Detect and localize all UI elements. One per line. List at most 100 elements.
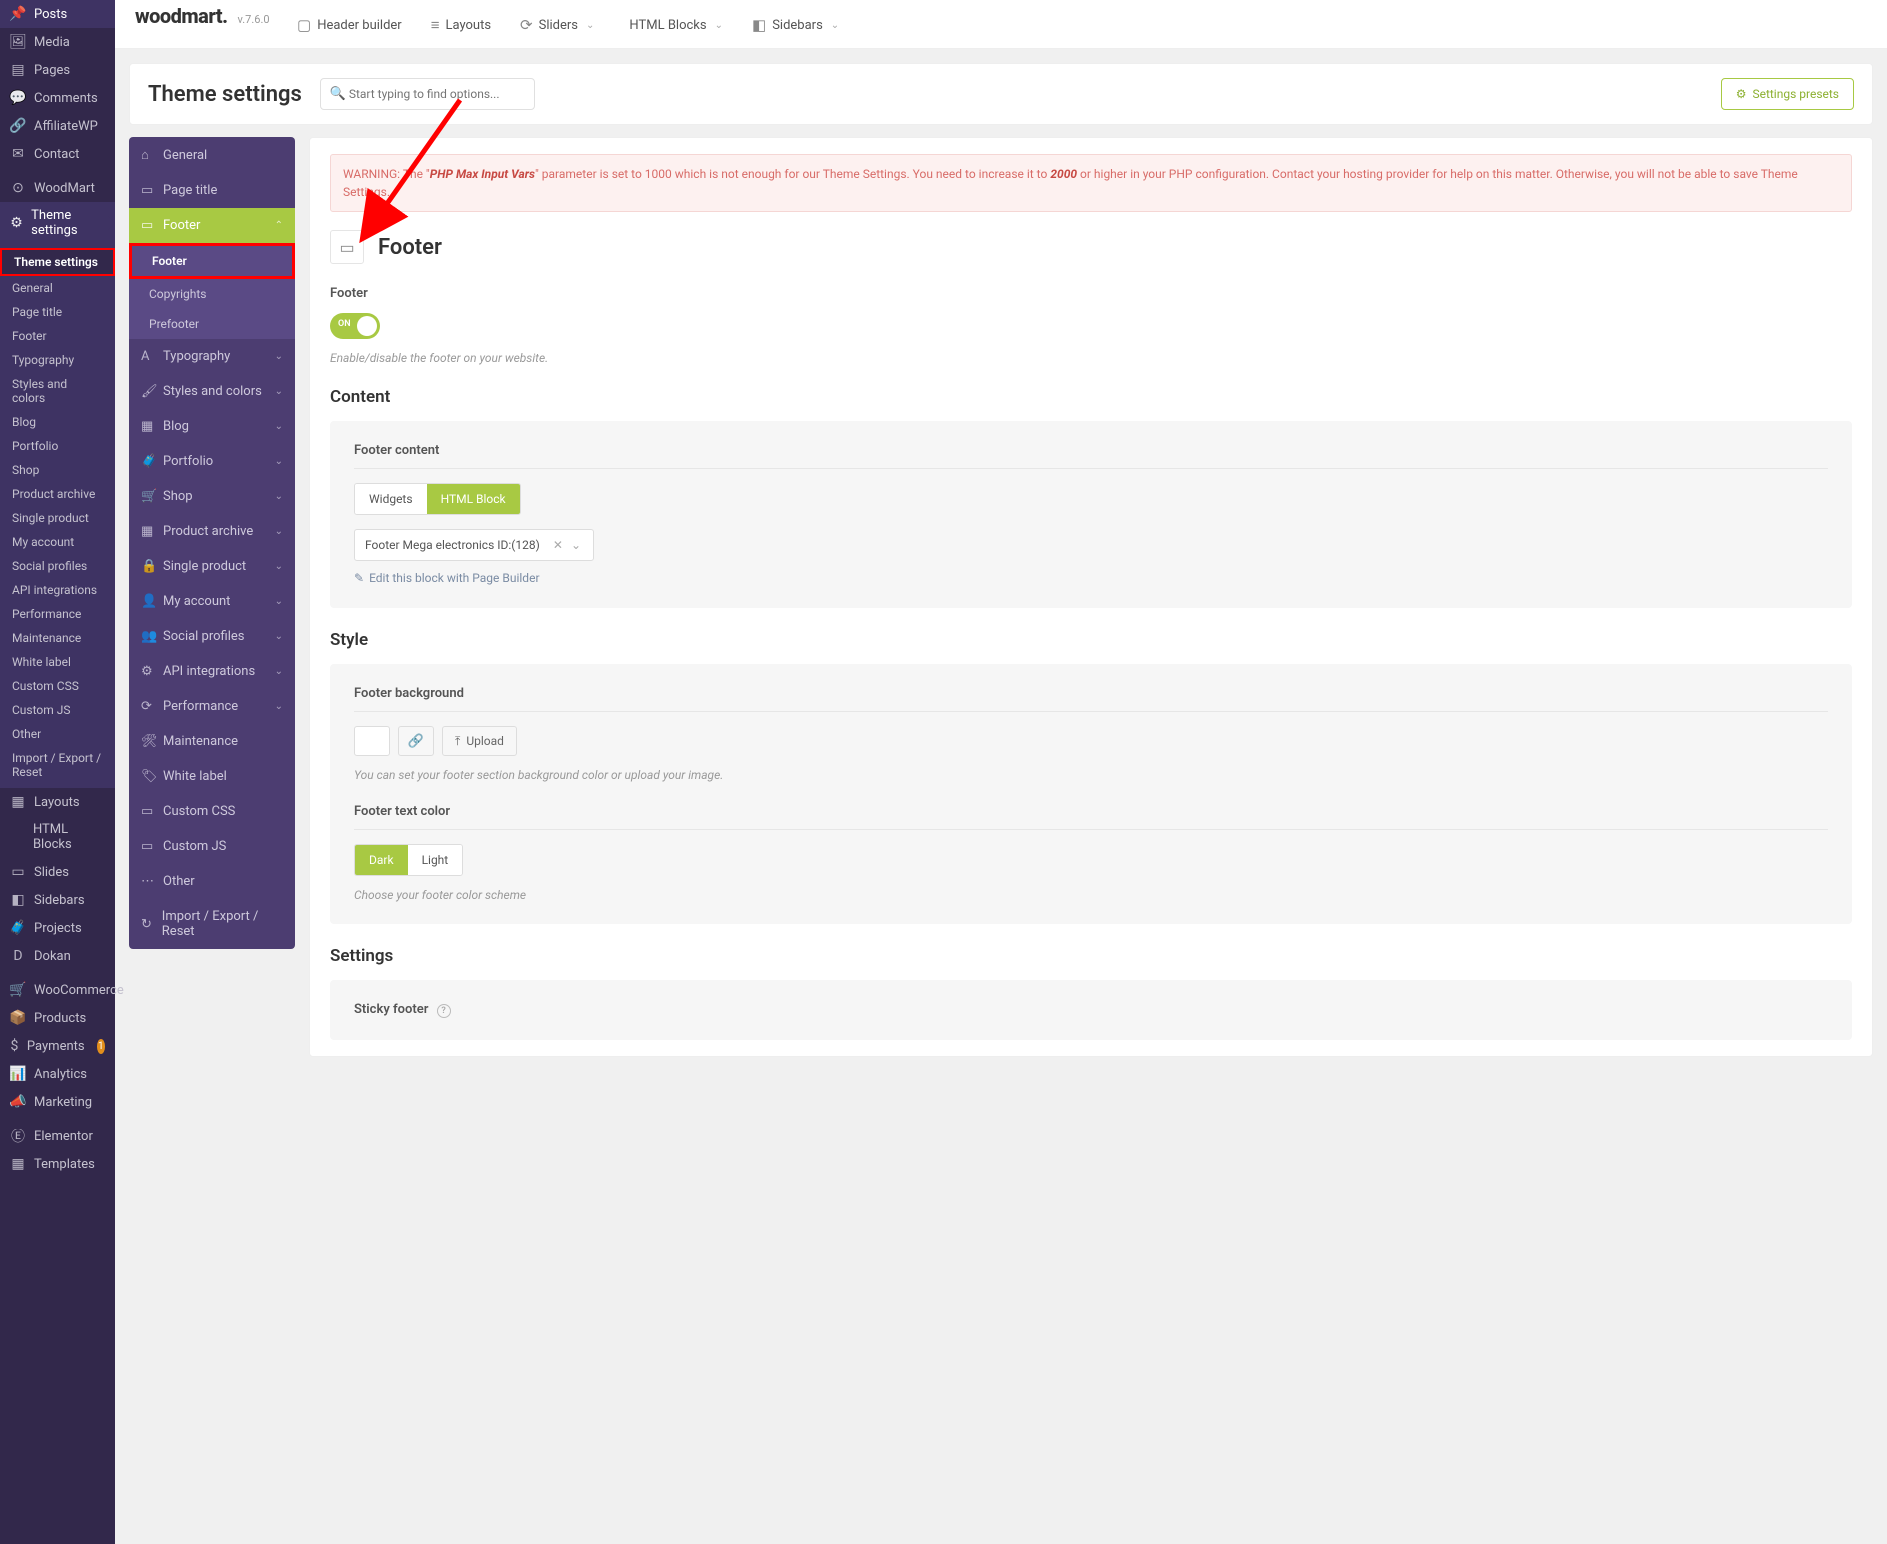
wp-sub-my-account[interactable]: My account [0,530,115,554]
top-tab-header-builder[interactable]: ▢Header builder [295,10,404,40]
wp-sub-performance[interactable]: Performance [0,602,115,626]
html-block-segment[interactable]: HTML Block [427,484,520,514]
snav-page-title[interactable]: ▭Page title [129,173,295,208]
footer-enable-toggle[interactable]: ON [330,313,380,339]
snav-sub-copyrights[interactable]: Copyrights [129,279,295,309]
snav-performance[interactable]: ⟳Performance⌄ [129,689,295,724]
snav-icon: A [141,349,155,364]
snav-icon: 🔒 [141,559,155,574]
wp-menu-slides[interactable]: ▭Slides [0,858,115,886]
wp-menu-comments[interactable]: 💬Comments [0,84,115,112]
top-tab-sliders[interactable]: ⟳Sliders⌄ [518,10,596,40]
page-header: Theme settings 🔍 ⚙ Settings presets [129,63,1873,125]
snav-import-export-reset[interactable]: ↻Import / Export / Reset [129,899,295,949]
snav-sub-prefooter[interactable]: Prefooter [129,309,295,339]
snav-styles-and-colors[interactable]: 🖌Styles and colors⌄ [129,374,295,409]
wp-menu-theme-settings[interactable]: ⚙Theme settings [0,202,115,244]
wp-menu-pages[interactable]: ▤Pages [0,56,115,84]
bg-color-swatch[interactable] [354,726,390,756]
chevron-down-icon: ⌄ [831,20,839,31]
snav-my-account[interactable]: 👤My account⌄ [129,584,295,619]
wp-sub-general[interactable]: General [0,276,115,300]
chevron-icon: ⌄ [275,701,283,712]
wp-menu-layouts[interactable]: ▦Layouts [0,788,115,816]
bg-link-button[interactable]: 🔗 [398,726,434,756]
snav-maintenance[interactable]: 🛠Maintenance [129,724,295,759]
wp-menu-marketing[interactable]: 📣Marketing [0,1088,115,1116]
widgets-segment[interactable]: Widgets [355,484,427,514]
wp-menu-dokan[interactable]: DDokan [0,942,115,970]
wp-menu-affiliatewp[interactable]: 🔗AffiliateWP [0,112,115,140]
info-icon[interactable]: ? [437,1004,451,1018]
wp-menu-woodmart[interactable]: ⊙WoodMart [0,174,115,202]
chevron-icon: ⌄ [275,526,283,537]
wp-menu-woocommerce[interactable]: 🛒WooCommerce [0,976,115,1004]
wp-sub-typography[interactable]: Typography [0,348,115,372]
snav-custom-js[interactable]: ▭Custom JS [129,829,295,864]
wp-menu-media[interactable]: 🖼Media [0,28,115,56]
panel-icon: ▭ [330,230,364,264]
snav-product-archive[interactable]: ▦Product archive⌄ [129,514,295,549]
menu-icon: 🧳 [10,920,26,936]
wp-sub-theme-settings[interactable]: Theme settings [0,248,115,276]
settings-presets-button[interactable]: ⚙ Settings presets [1721,78,1854,110]
snav-white-label[interactable]: 🏷White label [129,759,295,794]
footer-bg-label: Footer background [354,686,1828,712]
wp-menu-projects[interactable]: 🧳Projects [0,914,115,942]
wp-menu-html-blocks[interactable]: HTML Blocks [0,816,115,858]
chevron-down-icon[interactable]: ⌄ [569,538,583,552]
tab-icon: ⟳ [520,16,533,34]
top-tab-html-blocks[interactable]: HTML Blocks⌄ [621,10,725,40]
snav-sub-footer[interactable]: Footer [129,243,295,279]
wp-sub-shop[interactable]: Shop [0,458,115,482]
clear-icon[interactable]: ✕ [547,538,569,552]
edit-block-link[interactable]: ✎ Edit this block with Page Builder [354,571,540,585]
wp-sub-single-product[interactable]: Single product [0,506,115,530]
snav-custom-css[interactable]: ▭Custom CSS [129,794,295,829]
snav-footer[interactable]: ▭Footer⌃ [129,208,295,243]
menu-icon: ✉ [10,146,26,162]
wp-sub-product-archive[interactable]: Product archive [0,482,115,506]
wp-sub-styles-and-colors[interactable]: Styles and colors [0,372,115,410]
wp-sub-maintenance[interactable]: Maintenance [0,626,115,650]
dark-segment[interactable]: Dark [355,845,408,875]
wp-sub-api-integrations[interactable]: API integrations [0,578,115,602]
wp-menu-posts[interactable]: 📌Posts [0,0,115,28]
snav-blog[interactable]: ▦Blog⌄ [129,409,295,444]
chevron-icon: ⌄ [275,386,283,397]
snav-single-product[interactable]: 🔒Single product⌄ [129,549,295,584]
snav-other[interactable]: ⋯Other [129,864,295,899]
wp-sub-other[interactable]: Other [0,722,115,746]
wp-menu-contact[interactable]: ✉Contact [0,140,115,168]
top-tab-layouts[interactable]: ≡Layouts [429,10,493,40]
wp-menu-sidebars[interactable]: ◧Sidebars [0,886,115,914]
wp-sub-portfolio[interactable]: Portfolio [0,434,115,458]
wp-sub-blog[interactable]: Blog [0,410,115,434]
snav-general[interactable]: ⌂General [129,137,295,173]
footer-block-select[interactable]: Footer Mega electronics ID:(128) ✕ ⌄ [354,529,594,561]
snav-shop[interactable]: 🛒Shop⌄ [129,479,295,514]
presets-label: Settings presets [1752,87,1839,101]
wp-menu-payments[interactable]: $Payments1 [0,1032,115,1060]
wp-sub-import-export-reset[interactable]: Import / Export / Reset [0,746,115,784]
wp-sub-page-title[interactable]: Page title [0,300,115,324]
bg-upload-button[interactable]: ⤒Upload [442,726,517,756]
light-segment[interactable]: Light [408,845,463,875]
wp-menu-products[interactable]: 📦Products [0,1004,115,1032]
wp-sub-footer[interactable]: Footer [0,324,115,348]
wp-menu-analytics[interactable]: 📊Analytics [0,1060,115,1088]
wp-sub-custom-css[interactable]: Custom CSS [0,674,115,698]
snav-typography[interactable]: ATypography⌄ [129,339,295,374]
snav-social-profiles[interactable]: 👥Social profiles⌄ [129,619,295,654]
wp-sub-white-label[interactable]: White label [0,650,115,674]
wp-menu-elementor[interactable]: ⒺElementor [0,1122,115,1150]
wp-menu-templates[interactable]: ▦Templates [0,1150,115,1178]
snav-api-integrations[interactable]: ⚙API integrations⌄ [129,654,295,689]
snav-portfolio[interactable]: 🧳Portfolio⌄ [129,444,295,479]
settings-search-input[interactable] [320,78,535,110]
wp-sub-social-profiles[interactable]: Social profiles [0,554,115,578]
top-tab-sidebars[interactable]: ◧Sidebars⌄ [750,10,841,40]
menu-icon: 📣 [10,1094,26,1110]
chevron-down-icon: ⌄ [715,20,723,31]
wp-sub-custom-js[interactable]: Custom JS [0,698,115,722]
